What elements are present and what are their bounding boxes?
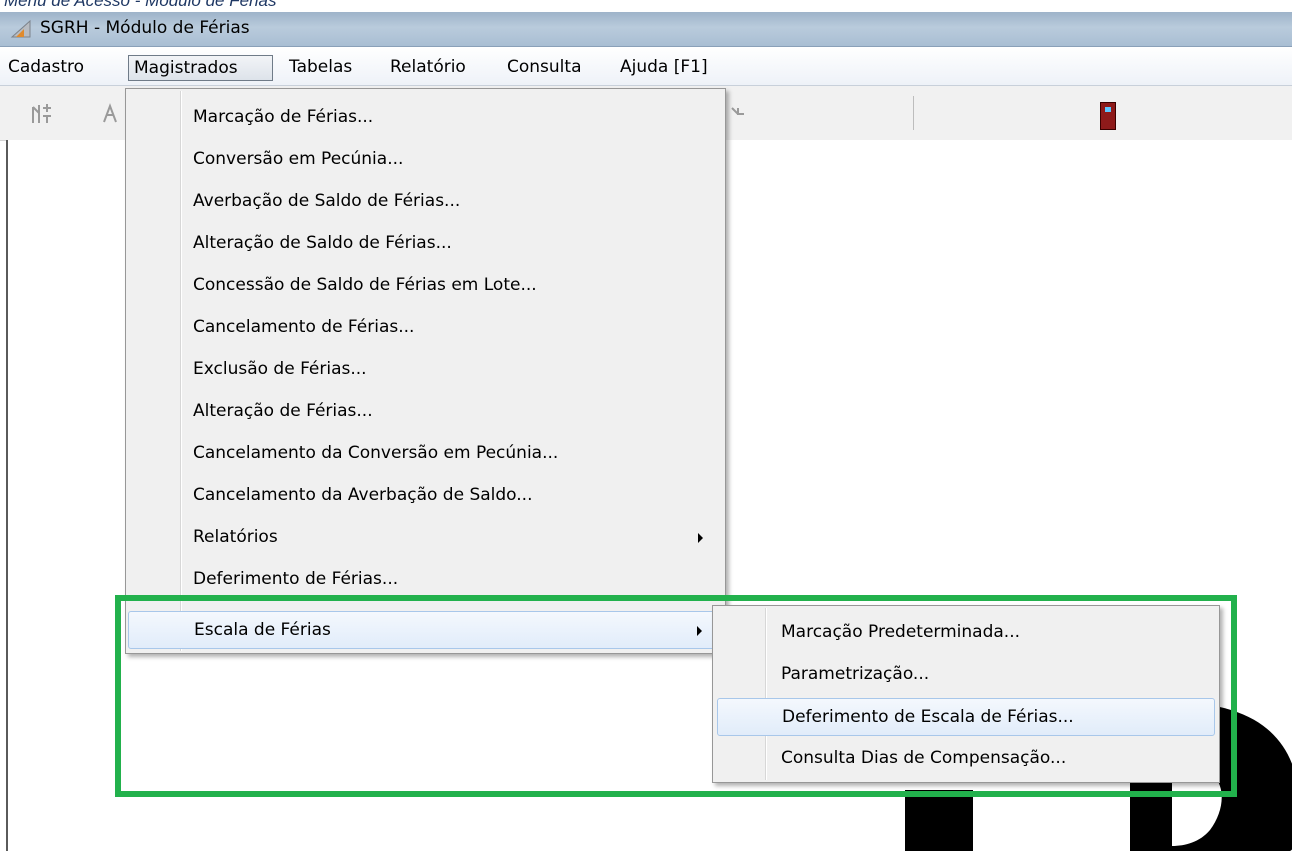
menu-item-relatorios[interactable]: Relatórios [128, 519, 723, 557]
menu-item-cancelamento-ferias[interactable]: Cancelamento de Férias... [128, 309, 723, 347]
menu-item-conversao-pecunia[interactable]: Conversão em Pecúnia... [128, 141, 723, 179]
menu-item-averbacao-saldo[interactable]: Averbação de Saldo de Férias... [128, 183, 723, 221]
menu-item-alteracao-saldo[interactable]: Alteração de Saldo de Férias... [128, 225, 723, 263]
menu-item-label: Conversão em Pecúnia... [193, 149, 404, 169]
menu-item-marcacao-ferias[interactable]: Marcação de Férias... [128, 99, 723, 137]
menu-item-deferimento-ferias[interactable]: Deferimento de Férias... [128, 561, 723, 599]
menu-item-label: Cancelamento da Averbação de Saldo... [193, 485, 533, 505]
menu-item-label: Deferimento de Férias... [193, 569, 399, 589]
menu-item-exclusao-ferias[interactable]: Exclusão de Férias... [128, 351, 723, 389]
menu-item-cancelamento-conversao[interactable]: Cancelamento da Conversão em Pecúnia... [128, 435, 723, 473]
menu-item-concessao-saldo-lote[interactable]: Concessão de Saldo de Férias em Lote... [128, 267, 723, 305]
menu-item-label: Alteração de Férias... [193, 401, 373, 421]
menu-item-alteracao-ferias[interactable]: Alteração de Férias... [128, 393, 723, 431]
menu-item-label: Exclusão de Férias... [193, 359, 367, 379]
menu-item-label: Alteração de Saldo de Férias... [193, 233, 452, 253]
menu-item-label: Concessão de Saldo de Férias em Lote... [193, 275, 537, 295]
menu-item-label: Marcação de Férias... [193, 107, 374, 127]
menu-item-label: Cancelamento da Conversão em Pecúnia... [193, 443, 559, 463]
highlight-box [115, 595, 1237, 797]
menu-item-label: Averbação de Saldo de Férias... [193, 191, 461, 211]
submenu-arrow-icon [698, 533, 703, 543]
menu-item-label: Cancelamento de Férias... [193, 317, 415, 337]
menu-item-label: Relatórios [193, 527, 278, 547]
menu-item-cancelamento-averbacao[interactable]: Cancelamento da Averbação de Saldo... [128, 477, 723, 515]
magistrados-dropdown-menu: Marcação de Férias... Conversão em Pecún… [125, 88, 726, 654]
